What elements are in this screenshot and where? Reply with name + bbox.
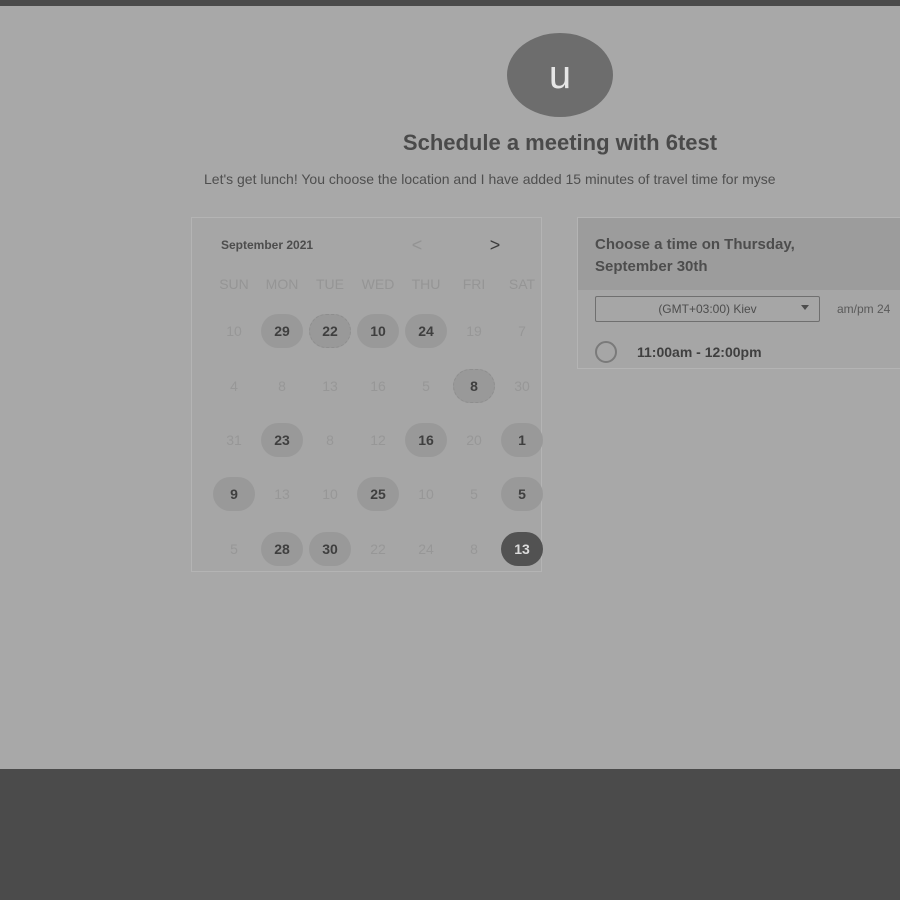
calendar-day: 8 — [470, 541, 478, 557]
weekday-header: THU — [411, 276, 441, 292]
time-panel-title: Choose a time on Thursday, September 30t… — [595, 236, 795, 275]
time-format-toggle[interactable]: am/pm 24 — [837, 302, 890, 316]
calendar-day: 5 — [422, 378, 430, 394]
calendar-day: 19 — [466, 323, 482, 339]
avatar-letter: u — [548, 53, 572, 97]
calendar-day[interactable]: 30 — [309, 532, 351, 566]
weekday-header: FRI — [462, 276, 486, 292]
calendar-day: 8 — [326, 432, 334, 448]
month-label: September 2021 — [221, 238, 314, 252]
timezone-value: (GMT+03:00) Kiev — [658, 302, 757, 316]
calendar-day: 31 — [226, 432, 242, 448]
calendar-day: 8 — [278, 378, 286, 394]
calendar-day: 24 — [418, 541, 434, 557]
calendar-day: 4 — [230, 378, 238, 394]
weekday-header: TUE — [316, 276, 344, 292]
chevron-right-icon[interactable]: > — [484, 234, 506, 256]
calendar-day[interactable]: 10 — [357, 314, 399, 348]
calendar-day[interactable]: 1 — [501, 423, 543, 457]
chevron-left-icon[interactable]: < — [406, 234, 428, 256]
timezone-select[interactable]: (GMT+03:00) Kiev — [595, 296, 820, 322]
calendar-day[interactable]: 23 — [261, 423, 303, 457]
calendar-day[interactable]: 8 — [453, 369, 495, 403]
calendar-day: 10 — [322, 486, 338, 502]
calendar-day[interactable]: 9 — [213, 477, 255, 511]
calendar-day: 16 — [370, 378, 386, 394]
calendar-day: 10 — [418, 486, 434, 502]
calendar-day: 13 — [274, 486, 290, 502]
calendar-day[interactable]: 5 — [501, 477, 543, 511]
calendar-day[interactable]: 24 — [405, 314, 447, 348]
calendar-day: 20 — [466, 432, 482, 448]
calendar-day: 22 — [370, 541, 386, 557]
time-panel-header: Choose a time on Thursday, September 30t… — [578, 218, 900, 290]
weekday-header: SUN — [219, 276, 249, 292]
calendar-day: 13 — [322, 378, 338, 394]
calendar-day[interactable]: 28 — [261, 532, 303, 566]
page-title: Schedule a meeting with 6test — [402, 130, 718, 155]
weekday-header: WED — [361, 276, 395, 292]
radio-icon[interactable] — [595, 341, 617, 363]
calendar-day: 10 — [226, 323, 242, 339]
calendar-day[interactable]: 22 — [309, 314, 351, 348]
calendar-day: 7 — [518, 323, 526, 339]
caret-down-icon — [801, 305, 809, 310]
meeting-description: Let's get lunch! You choose the location… — [204, 171, 776, 187]
calendar-day: 12 — [370, 432, 386, 448]
calendar-day: 5 — [230, 541, 238, 557]
scheduling-page: u Schedule a meeting with 6test Let's ge… — [0, 6, 900, 769]
calendar-day: 30 — [514, 378, 530, 394]
calendar-day: 5 — [470, 486, 478, 502]
time-slot[interactable]: 11:00am - 12:00pm — [595, 340, 762, 364]
weekday-header: MON — [265, 276, 299, 292]
weekday-header: SAT — [508, 276, 536, 292]
date-picker: September 2021 < > SUN MON TUE WED THU FRI SAT… — [191, 217, 543, 572]
time-slot-label: 11:00am - 12:00pm — [637, 344, 762, 360]
calendar-day[interactable]: 25 — [357, 477, 399, 511]
time-panel: Choose a time on Thursday, September 30t… — [577, 217, 900, 369]
calendar-day[interactable]: 29 — [261, 314, 303, 348]
calendar-day-selected[interactable]: 13 — [501, 532, 543, 566]
calendar-day[interactable]: 16 — [405, 423, 447, 457]
avatar: u — [507, 33, 613, 117]
